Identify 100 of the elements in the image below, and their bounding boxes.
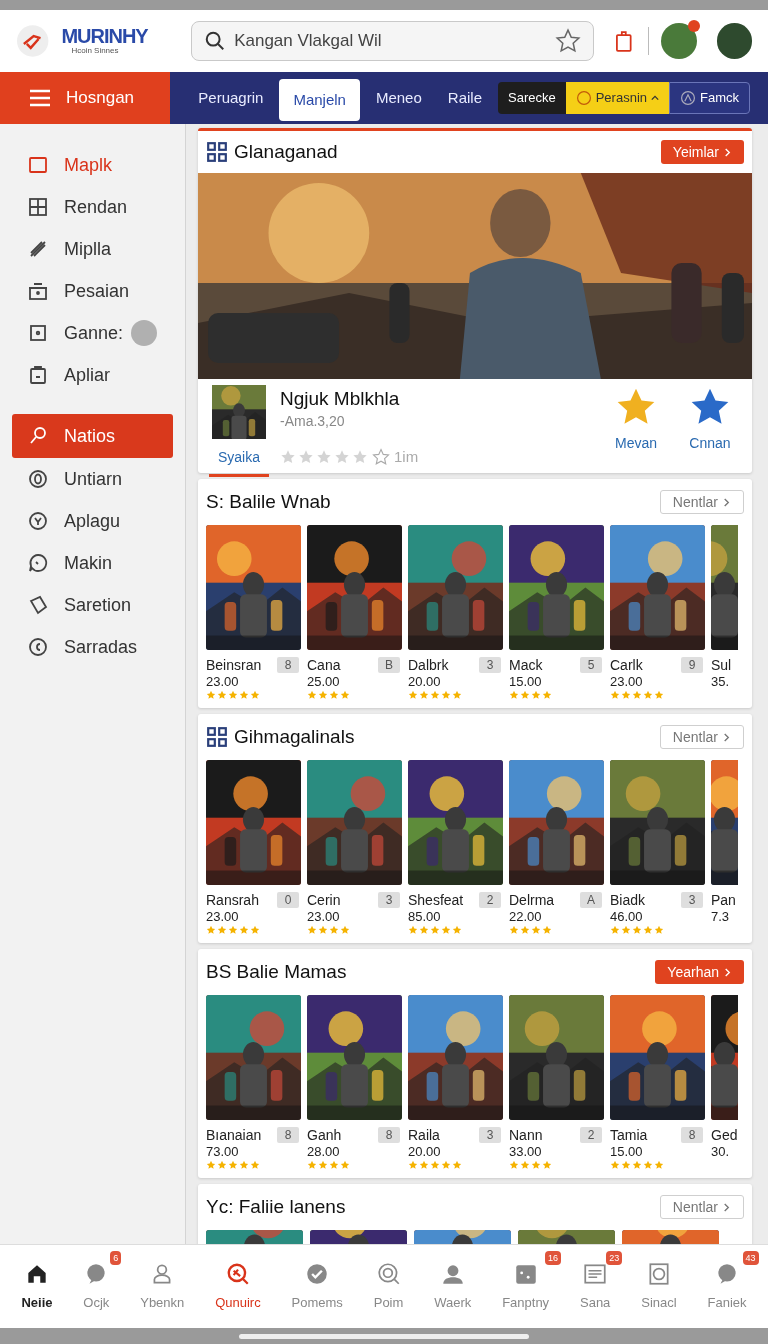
section-title: Glanaganad xyxy=(234,139,338,164)
nav-tab[interactable]: Poim xyxy=(373,1260,404,1313)
sidebar-item[interactable]: Saretion xyxy=(12,584,173,626)
game-price: 85.00 xyxy=(408,909,442,925)
count-badge: 8 xyxy=(378,1127,400,1143)
game-title: Ged xyxy=(711,1126,738,1144)
game-title: Dalbrk xyxy=(408,656,449,674)
count-badge: 8 xyxy=(277,657,299,673)
section-title: Yc: Faliie lanens xyxy=(206,1194,346,1219)
tab[interactable]: Peruagrin xyxy=(188,77,274,119)
more-button[interactable]: Nentlar xyxy=(659,490,744,514)
nav-tab[interactable]: Neiie xyxy=(21,1260,53,1313)
game-title: Nann xyxy=(509,1126,543,1144)
game-title: Sul xyxy=(711,656,733,674)
game-price: 25.00 xyxy=(307,674,341,690)
count-badge: 3 xyxy=(479,1127,501,1143)
sidebar-item[interactable]: Pesaian xyxy=(12,270,173,312)
sidebar-item[interactable]: Miplla xyxy=(12,228,173,270)
sidebar-item[interactable]: Makin xyxy=(12,542,173,584)
game-title: Bıanaian xyxy=(206,1126,262,1144)
game-price: 46.00 xyxy=(610,909,644,925)
game-price: 15.00 xyxy=(610,1144,644,1160)
nav-tab[interactable]: Ybenkn xyxy=(140,1260,185,1313)
game-price: 23.00 xyxy=(206,909,240,925)
count-badge: B xyxy=(378,657,400,673)
count-badge: A xyxy=(580,892,602,908)
count-badge: 5 xyxy=(580,657,602,673)
game-title: Carlk xyxy=(610,656,643,674)
section-title: BS Balie Mamas xyxy=(206,959,347,984)
notification-badge: 43 xyxy=(742,1250,759,1265)
count-badge: 3 xyxy=(479,657,501,673)
game-title: Raila xyxy=(408,1126,440,1144)
game-title: Biadk xyxy=(610,891,646,909)
action-button[interactable]: Cnnan xyxy=(688,385,732,454)
game-price: 28.00 xyxy=(307,1144,341,1160)
notification-badge: 6 xyxy=(110,1250,122,1265)
count-badge: 0 xyxy=(277,892,299,908)
count-badge: 8 xyxy=(277,1127,299,1143)
tab[interactable]: Meneo xyxy=(365,77,432,119)
game-price: 73.00 xyxy=(206,1144,240,1160)
more-button[interactable]: Nentlar xyxy=(659,725,744,749)
sidebar-item[interactable]: Aplagu xyxy=(12,500,173,542)
game-price: 7.3 xyxy=(711,909,731,925)
count-badge: 9 xyxy=(681,657,703,673)
game-price: 23.00 xyxy=(206,674,240,690)
more-button[interactable]: Nentlar xyxy=(659,1195,744,1219)
game-link[interactable]: Syaika xyxy=(218,447,260,468)
game-price: 20.00 xyxy=(408,674,442,690)
count-badge: 3 xyxy=(681,892,703,908)
game-price: 22.00 xyxy=(509,909,543,925)
section-title: S: Balile Wnab xyxy=(206,489,331,514)
notification-badge: 23 xyxy=(606,1250,623,1265)
nav-tab[interactable]: Sinacl xyxy=(641,1260,677,1313)
sidebar-item[interactable]: Rendan xyxy=(12,186,173,228)
game-title: Cerin xyxy=(307,891,341,909)
action-button[interactable]: Sarecke xyxy=(498,82,566,114)
game-title: Shesfeat xyxy=(408,891,464,909)
count-badge: 2 xyxy=(479,892,501,908)
game-title: Ganh xyxy=(307,1126,342,1144)
action-button[interactable]: Perasnin xyxy=(565,82,669,114)
tab[interactable]: Manjeln xyxy=(279,79,360,121)
nav-tab[interactable]: Qunuirc xyxy=(215,1260,261,1313)
action-button[interactable]: Mevan xyxy=(614,385,658,454)
logo-tagline: Hcoin Sinnes xyxy=(71,46,120,56)
count-badge: 2 xyxy=(580,1127,602,1143)
game-price: 20.00 xyxy=(408,1144,442,1160)
game-title: Pan xyxy=(711,891,737,909)
nav-tab[interactable]: Pomems xyxy=(291,1260,343,1313)
game-price: 30. xyxy=(711,1144,731,1160)
notification-badge: 16 xyxy=(545,1250,562,1265)
game-price: 35. xyxy=(711,674,731,690)
nav-tab[interactable]: Waerk xyxy=(434,1260,472,1313)
game-title: Ransrah xyxy=(206,891,259,909)
game-title: Tamia xyxy=(610,1126,648,1144)
game-title: Mack xyxy=(509,656,543,674)
game-title: Ngjuk Mblkhla xyxy=(280,387,401,411)
game-title: Delrma xyxy=(509,891,555,909)
search-field[interactable]: Kangan Vlakgal Wil xyxy=(191,21,595,61)
tab[interactable]: Raile xyxy=(437,77,492,119)
logo-wordmark: MURINHY xyxy=(61,26,149,46)
sidebar-item[interactable]: Maplk xyxy=(12,144,173,186)
more-button[interactable]: Yeimlar xyxy=(660,140,744,164)
game-subtitle: -Ama.3,20 xyxy=(280,412,346,431)
sidebar-item[interactable]: Natios xyxy=(12,414,173,458)
nav-tab[interactable]: Ocjk xyxy=(83,1260,110,1313)
game-price: 15.00 xyxy=(509,674,543,690)
count-badge: 3 xyxy=(378,892,400,908)
rating-text: 1im xyxy=(394,447,419,467)
sidebar-item[interactable]: Untiarn xyxy=(12,458,173,500)
action-button[interactable]: Famck xyxy=(669,82,750,114)
sidebar-item[interactable]: Sarradas xyxy=(12,626,173,668)
more-button[interactable]: Yearhan xyxy=(655,960,744,984)
count-badge: 8 xyxy=(681,1127,703,1143)
sidebar-item[interactable]: Ganne: xyxy=(12,312,173,354)
section-title: Gihmagalinals xyxy=(234,724,355,749)
game-price: 23.00 xyxy=(307,909,341,925)
game-price: 23.00 xyxy=(610,674,644,690)
game-title: Cana xyxy=(307,656,341,674)
sidebar-item[interactable]: Apliar xyxy=(12,354,173,396)
menu-button[interactable]: Hosngan xyxy=(0,72,171,124)
